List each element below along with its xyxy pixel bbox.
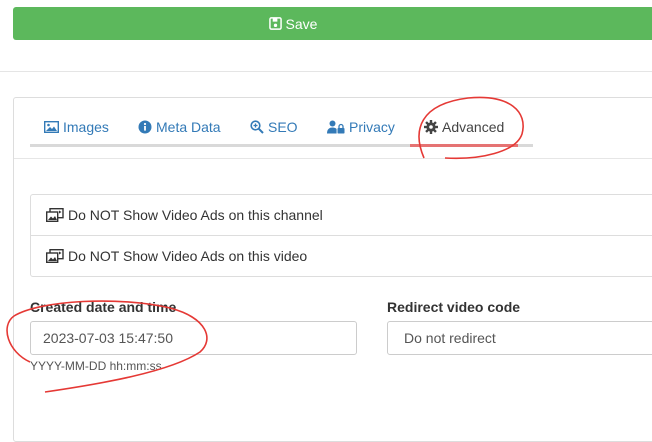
info-circle-icon (138, 120, 152, 134)
tab-seo-label: SEO (268, 119, 298, 135)
tab-bar: Images Meta Data SEO Privacy Advanced (14, 98, 652, 159)
save-button[interactable]: Save (13, 7, 652, 40)
redirect-code-select[interactable]: Do not redirect (387, 321, 652, 355)
photo-video-icon (46, 208, 64, 222)
option-no-ads-video[interactable]: Do NOT Show Video Ads on this video (31, 235, 652, 276)
option-no-ads-channel-label: Do NOT Show Video Ads on this channel (68, 207, 323, 223)
tab-seo[interactable]: SEO (250, 119, 298, 135)
tab-advanced[interactable]: Advanced (424, 119, 504, 135)
search-plus-icon (250, 120, 264, 134)
tab-active-indicator (410, 144, 518, 147)
redirect-code-label: Redirect video code (387, 299, 521, 315)
photo-video-icon (46, 249, 64, 263)
created-date-input[interactable]: 2023-07-03 15:47:50 (30, 321, 357, 355)
settings-panel: Images Meta Data SEO Privacy Advanced Do… (13, 97, 652, 442)
divider (0, 71, 652, 72)
option-no-ads-channel[interactable]: Do NOT Show Video Ads on this channel (31, 195, 652, 235)
tab-privacy-label: Privacy (349, 119, 395, 135)
tab-privacy[interactable]: Privacy (327, 119, 395, 135)
user-lock-icon (327, 120, 345, 134)
tab-meta-data[interactable]: Meta Data (138, 119, 221, 135)
created-date-help: YYYY-MM-DD hh:mm:ss (30, 359, 162, 373)
gear-icon (424, 120, 438, 134)
image-icon (44, 121, 59, 133)
tab-images-label: Images (63, 119, 109, 135)
option-no-ads-video-label: Do NOT Show Video Ads on this video (68, 248, 308, 264)
tab-advanced-label: Advanced (442, 119, 505, 135)
ad-options-list: Do NOT Show Video Ads on this channel Do… (30, 194, 652, 277)
tab-meta-data-label: Meta Data (156, 119, 221, 135)
created-date-label: Created date and time (30, 299, 177, 315)
save-button-label: Save (285, 15, 318, 32)
floppy-disk-icon (268, 17, 282, 30)
tab-images[interactable]: Images (44, 119, 109, 135)
